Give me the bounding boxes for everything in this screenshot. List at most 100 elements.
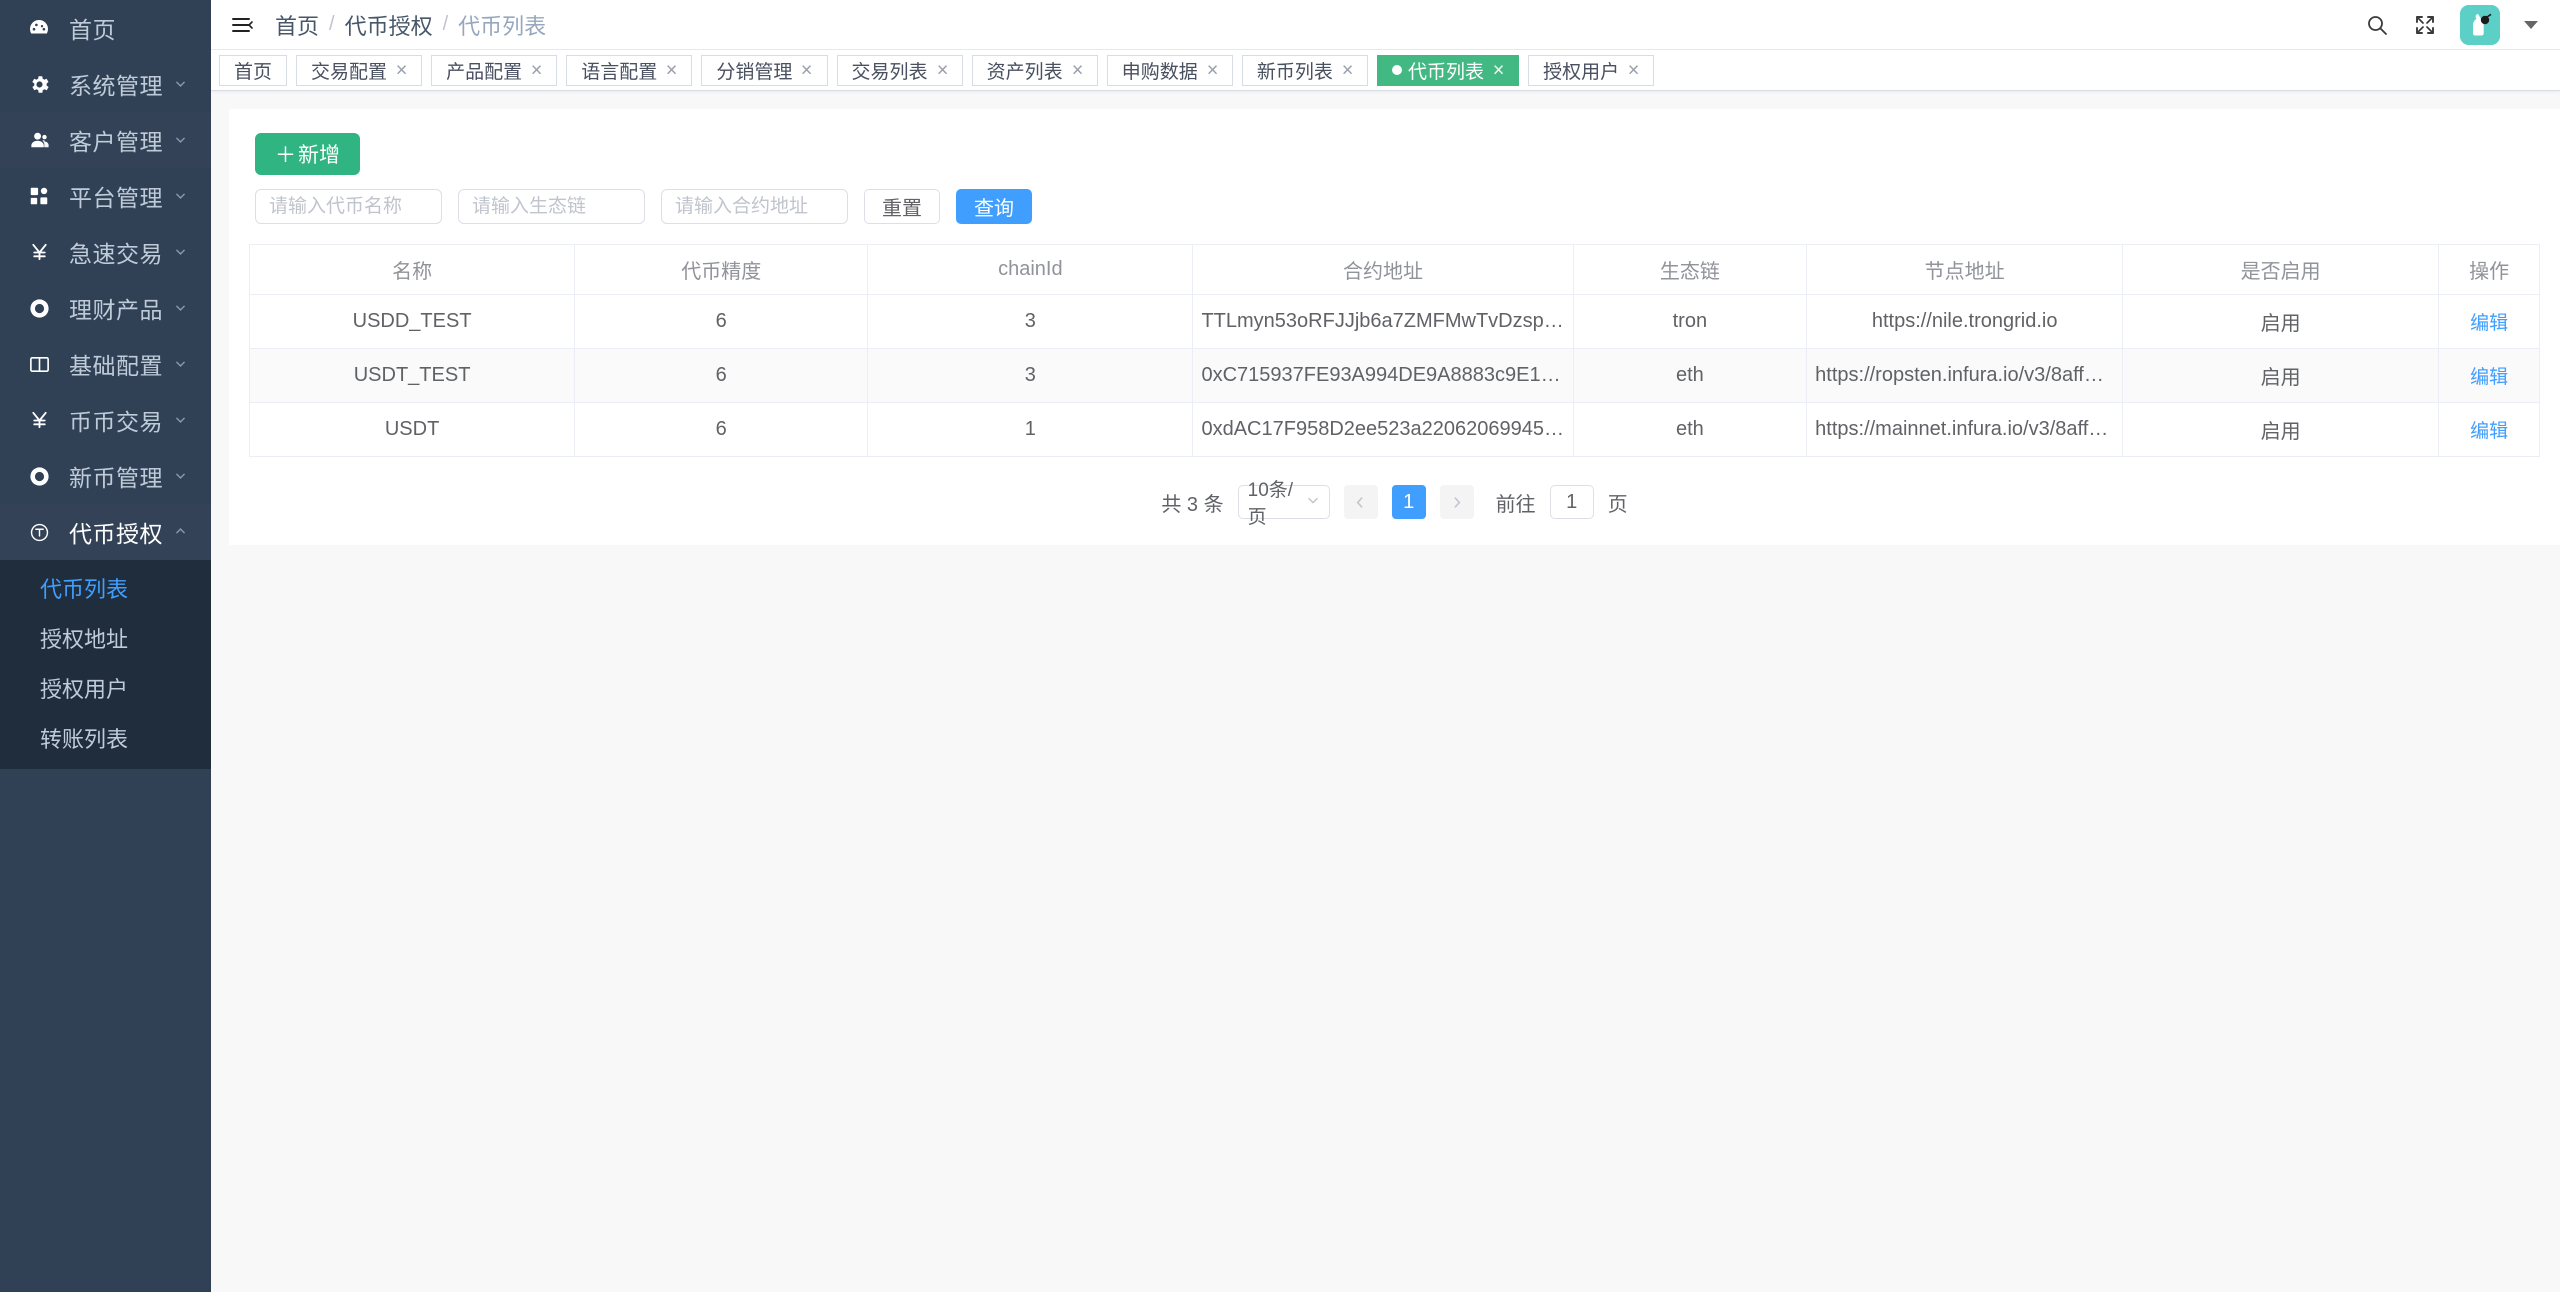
- dashboard-icon: [26, 15, 52, 41]
- sidebar-subitem-label: 授权用户: [40, 672, 128, 704]
- contract-address-input[interactable]: [661, 189, 848, 224]
- plus-icon: ＋: [275, 139, 296, 169]
- tag-trade-list[interactable]: 交易列表 ×: [837, 55, 963, 86]
- sidebar-item-base-config[interactable]: 基础配置: [0, 336, 211, 392]
- tag-subscription-data[interactable]: 申购数据 ×: [1107, 55, 1233, 86]
- token-name-input[interactable]: [255, 189, 442, 224]
- sidebar-item-home[interactable]: 首页: [0, 0, 211, 56]
- close-icon[interactable]: ×: [936, 60, 948, 80]
- tag-language-config[interactable]: 语言配置 ×: [566, 55, 692, 86]
- prev-page-button[interactable]: [1344, 485, 1378, 519]
- tag-label: 授权用户: [1543, 57, 1619, 84]
- table-row[interactable]: USDT 6 1 0xdAC17F958D2ee523a220620699459…: [250, 403, 2540, 457]
- page-number-1[interactable]: 1: [1392, 485, 1426, 519]
- table-row[interactable]: USDD_TEST 6 3 TTLmyn53oRFJJjb6a7ZMFMwTvD…: [250, 295, 2540, 349]
- jump-label: 前往: [1496, 488, 1536, 517]
- tag-label: 首页: [234, 57, 272, 84]
- sidebar-item-label: 平台管理: [69, 179, 163, 213]
- tag-distribution[interactable]: 分销管理 ×: [701, 55, 827, 86]
- breadcrumb-item-home[interactable]: 首页: [275, 9, 319, 41]
- caret-down-icon[interactable]: [2524, 21, 2538, 29]
- coin-icon: [26, 463, 52, 489]
- tag-new-coin-list[interactable]: 新币列表 ×: [1242, 55, 1368, 86]
- close-icon[interactable]: ×: [1207, 60, 1219, 80]
- tag-label: 资产列表: [987, 57, 1063, 84]
- tag-home[interactable]: 首页: [219, 55, 287, 86]
- fullscreen-icon[interactable]: [2412, 12, 2438, 38]
- chevron-down-icon: [174, 301, 187, 314]
- close-icon[interactable]: ×: [1628, 60, 1640, 80]
- breadcrumb-item-token-auth[interactable]: 代币授权: [345, 9, 433, 41]
- sidebar-item-customer[interactable]: 客户管理: [0, 112, 211, 168]
- eco-chain-input[interactable]: [458, 189, 645, 224]
- breadcrumb-separator: /: [329, 13, 335, 36]
- edit-link[interactable]: 编辑: [2470, 367, 2508, 388]
- chevron-down-icon: [1306, 493, 1320, 511]
- sidebar-subitem-auth-address[interactable]: 授权地址: [0, 613, 211, 663]
- sidebar-item-fast-trade[interactable]: 急速交易: [0, 224, 211, 280]
- table-head: 名称 代币精度 chainId 合约地址 生态链 节点地址 是否启用 操作: [250, 245, 2540, 295]
- tag-auth-user[interactable]: 授权用户 ×: [1528, 55, 1654, 86]
- main-container: 首页 / 代币授权 / 代币列表: [211, 0, 2560, 1292]
- tag-trade-config[interactable]: 交易配置 ×: [296, 55, 422, 86]
- sidebar-item-new-coin[interactable]: 新币管理: [0, 448, 211, 504]
- cell-chainid: 1: [868, 403, 1193, 457]
- tag-label: 产品配置: [446, 57, 522, 84]
- chevron-down-icon: [174, 245, 187, 258]
- cell-chainid: 3: [868, 349, 1193, 403]
- tags-view: 首页 交易配置 × 产品配置 × 语言配置 × 分销管理 × 交易列表 ×: [211, 50, 2560, 91]
- sidebar-item-label: 客户管理: [69, 123, 163, 157]
- sidebar-item-wealth[interactable]: 理财产品: [0, 280, 211, 336]
- navbar: 首页 / 代币授权 / 代币列表: [211, 0, 2560, 50]
- tag-product-config[interactable]: 产品配置 ×: [431, 55, 557, 86]
- avatar[interactable]: [2460, 5, 2500, 45]
- add-button[interactable]: ＋新增: [255, 133, 360, 175]
- col-chainid: chainId: [868, 245, 1193, 295]
- sidebar-item-label: 系统管理: [69, 67, 163, 101]
- tag-label: 交易列表: [852, 57, 928, 84]
- sidebar-item-system[interactable]: 系统管理: [0, 56, 211, 112]
- pagination: 共 3 条 10条/页 1 前往: [249, 485, 2540, 519]
- gear-icon: [26, 71, 52, 97]
- edit-link[interactable]: 编辑: [2470, 313, 2508, 334]
- chevron-down-icon: [174, 189, 187, 202]
- sidebar-item-platform[interactable]: 平台管理: [0, 168, 211, 224]
- hamburger-icon[interactable]: [229, 12, 255, 38]
- reset-button[interactable]: 重置: [864, 189, 940, 224]
- search-icon[interactable]: [2364, 12, 2390, 38]
- close-icon[interactable]: ×: [531, 60, 543, 80]
- cell-action: 编辑: [2439, 349, 2540, 403]
- close-icon[interactable]: ×: [1071, 60, 1083, 80]
- edit-link[interactable]: 编辑: [2470, 421, 2508, 442]
- cell-contract: 0xC715937FE93A994DE9A8883c9E1A871d...: [1193, 349, 1573, 403]
- cell-decimals: 6: [575, 349, 868, 403]
- col-enabled: 是否启用: [2123, 245, 2439, 295]
- next-page-button[interactable]: [1440, 485, 1474, 519]
- col-decimals: 代币精度: [575, 245, 868, 295]
- tag-token-list[interactable]: 代币列表 ×: [1377, 55, 1519, 86]
- cell-contract: TTLmyn53oRFJJjb6a7ZMFMwTvDzsp4BBZR: [1193, 295, 1573, 349]
- table-row[interactable]: USDT_TEST 6 3 0xC715937FE93A994DE9A8883c…: [250, 349, 2540, 403]
- jump-page-input[interactable]: [1550, 485, 1594, 519]
- sidebar-subitem-label: 转账列表: [40, 722, 128, 754]
- close-icon[interactable]: ×: [801, 60, 813, 80]
- active-dot-icon: [1392, 65, 1402, 75]
- sidebar: 首页 系统管理: [0, 0, 211, 1292]
- sidebar-item-label: 币币交易: [69, 403, 163, 437]
- close-icon[interactable]: ×: [666, 60, 678, 80]
- sidebar-subitem-transfer-list[interactable]: 转账列表: [0, 713, 211, 763]
- sidebar-subitem-auth-user[interactable]: 授权用户: [0, 663, 211, 713]
- page-size-select[interactable]: 10条/页: [1238, 485, 1330, 519]
- query-button[interactable]: 查询: [956, 189, 1032, 224]
- sidebar-item-coin-trade[interactable]: 币币交易: [0, 392, 211, 448]
- close-icon[interactable]: ×: [396, 60, 408, 80]
- close-icon[interactable]: ×: [1342, 60, 1354, 80]
- sidebar-item-token-auth[interactable]: 代币授权: [0, 504, 211, 560]
- sidebar-subitem-token-list[interactable]: 代币列表: [0, 563, 211, 613]
- tag-asset-list[interactable]: 资产列表 ×: [972, 55, 1098, 86]
- close-icon[interactable]: ×: [1493, 60, 1505, 80]
- tag-label: 交易配置: [311, 57, 387, 84]
- chevron-down-icon: [174, 357, 187, 370]
- coin-icon: [26, 295, 52, 321]
- grid-icon: [26, 183, 52, 209]
